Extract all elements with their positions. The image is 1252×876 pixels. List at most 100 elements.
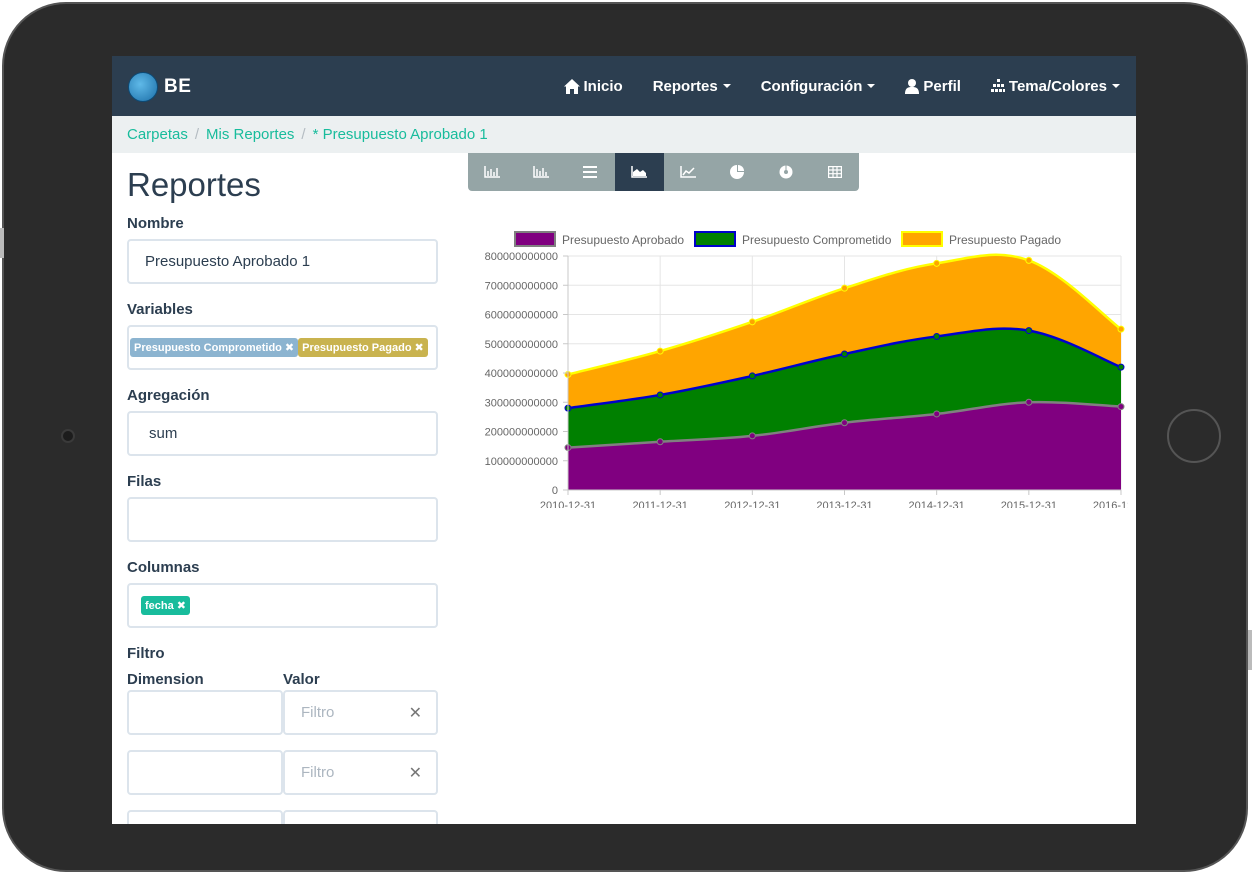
y-tick-label: 0: [552, 485, 558, 497]
y-tick-label: 300000000000: [485, 397, 558, 409]
dimension-label: Dimension: [127, 671, 204, 688]
caret-down-icon: [722, 84, 731, 88]
caret-down-icon: [1112, 84, 1120, 88]
nav-item-configuracion[interactable]: Configuración: [761, 78, 876, 95]
columna-tag-label: fecha: [145, 599, 174, 612]
y-tick-label: 700000000000: [485, 280, 558, 292]
donut-chart-button[interactable]: [761, 153, 810, 191]
brand[interactable]: BE: [128, 72, 191, 102]
data-point: [748, 318, 756, 326]
table-button[interactable]: [810, 153, 859, 191]
tablet-frame: BE Inicio Reportes Configuración Perfil …: [0, 0, 1252, 876]
y-tick-label: 400000000000: [485, 368, 558, 380]
data-point: [841, 350, 848, 358]
legend-label: Presupuesto Comprometido: [742, 233, 892, 247]
nav-item-inicio[interactable]: Inicio: [563, 78, 623, 95]
dimension-input[interactable]: [127, 690, 283, 735]
breadcrumb-separator: /: [301, 126, 306, 143]
breadcrumb-current: * Presupuesto Aprobado 1: [312, 126, 488, 143]
legend-label: Presupuesto Pagado: [949, 233, 1061, 247]
chart-legend: Presupuesto Aprobado Presupuesto Comprome…: [514, 231, 1061, 247]
palette-icon: [990, 79, 1005, 93]
bar-chart-alt-icon: [533, 166, 550, 178]
legend-swatch: [901, 231, 943, 247]
area-chart: Presupuesto Aprobado Presupuesto Comprome…: [485, 231, 1128, 508]
variable-tag: Presupuesto Comprometido ✖: [130, 338, 299, 357]
remove-tag-icon[interactable]: ✖: [415, 341, 424, 354]
nav-item-reportes[interactable]: Reportes: [653, 78, 731, 95]
x-tick-label: 2011-12-31: [632, 500, 687, 508]
data-point: [748, 372, 756, 380]
x-tick-label: 2010-12-31: [540, 500, 596, 508]
filtro-value-input[interactable]: [283, 810, 438, 824]
side-button-left: [0, 228, 4, 258]
pie-chart-button[interactable]: [712, 153, 761, 191]
data-point: [841, 284, 848, 292]
area-chart-icon: [631, 166, 648, 178]
y-tick-label: 800000000000: [485, 251, 558, 263]
caret-down-icon: [867, 84, 876, 88]
data-point: [656, 438, 664, 446]
data-point: [656, 391, 664, 399]
filtro-placeholder: Filtro: [301, 704, 335, 721]
data-point: [841, 419, 848, 427]
remove-tag-icon[interactable]: ✖: [177, 599, 186, 612]
nav-item-perfil[interactable]: Perfil: [905, 78, 961, 95]
brand-logo-icon: [128, 72, 158, 102]
nav-item-tema[interactable]: Tema/Colores: [990, 77, 1120, 95]
breadcrumb-separator: /: [194, 126, 200, 143]
y-tick-label: 500000000000: [485, 339, 558, 351]
data-point: [1117, 403, 1125, 411]
data-point: [1025, 327, 1033, 335]
nav-item-label: Configuración: [760, 77, 863, 95]
nombre-input[interactable]: Presupuesto Aprobado 1: [127, 239, 438, 284]
variable-tag-label: Presupuesto Comprometido: [134, 341, 282, 354]
clear-icon[interactable]: ✕: [409, 703, 422, 723]
brand-text: BE: [164, 76, 192, 97]
screen: BE Inicio Reportes Configuración Perfil …: [112, 56, 1136, 824]
bar-chart-alt-button[interactable]: [517, 153, 566, 191]
valor-label: Valor: [283, 671, 320, 688]
filtro-value-input[interactable]: Filtro ✕: [283, 750, 438, 795]
agregacion-input[interactable]: sum: [127, 411, 438, 456]
page-title: Reportes: [127, 166, 261, 203]
y-tick-label: 100000000000: [485, 456, 558, 468]
data-point: [1117, 363, 1125, 371]
navbar: BE Inicio Reportes Configuración Perfil …: [112, 56, 1136, 116]
columna-tag: fecha ✖: [141, 596, 190, 615]
y-tick-label: 600000000000: [485, 310, 558, 322]
legend-swatch: [694, 231, 736, 247]
table-icon: [827, 166, 842, 178]
list-button[interactable]: [566, 153, 615, 191]
area-chart-button[interactable]: [614, 153, 664, 191]
filas-input[interactable]: [127, 497, 438, 542]
home-button[interactable]: [1167, 409, 1221, 463]
breadcrumb-carpetas[interactable]: Carpetas: [127, 126, 188, 143]
dimension-input[interactable]: [127, 750, 283, 795]
breadcrumb-mis-reportes[interactable]: Mis Reportes: [206, 126, 294, 143]
data-point: [656, 347, 664, 355]
data-point: [933, 332, 941, 340]
columnas-label: Columnas: [127, 559, 200, 576]
dimension-input[interactable]: [127, 810, 283, 824]
line-chart-button[interactable]: [664, 153, 713, 191]
variables-input[interactable]: Presupuesto Comprometido ✖ Presupuesto P…: [127, 325, 438, 370]
clear-icon[interactable]: ✕: [409, 763, 422, 783]
home-icon: [563, 78, 580, 94]
list-icon: [583, 166, 598, 178]
filtro-value-input[interactable]: Filtro ✕: [283, 690, 438, 735]
variable-tag-label: Presupuesto Pagado: [302, 341, 412, 354]
filas-label: Filas: [127, 473, 162, 490]
data-point: [748, 432, 756, 440]
nav-item-label: Tema/Colores: [1008, 77, 1107, 95]
breadcrumb: Carpetas / Mis Reportes / * Presupuesto …: [112, 116, 1136, 153]
data-point: [933, 410, 941, 418]
bar-chart-button[interactable]: [468, 153, 517, 191]
remove-tag-icon[interactable]: ✖: [285, 341, 294, 354]
filtro-label: Filtro: [127, 645, 165, 662]
columnas-input[interactable]: fecha ✖: [127, 583, 438, 628]
chart-areas: [564, 253, 1125, 490]
data-point: [933, 259, 941, 267]
line-chart-icon: [680, 166, 696, 178]
nav-items: Inicio Reportes Configuración Perfil Tem…: [534, 56, 1120, 116]
